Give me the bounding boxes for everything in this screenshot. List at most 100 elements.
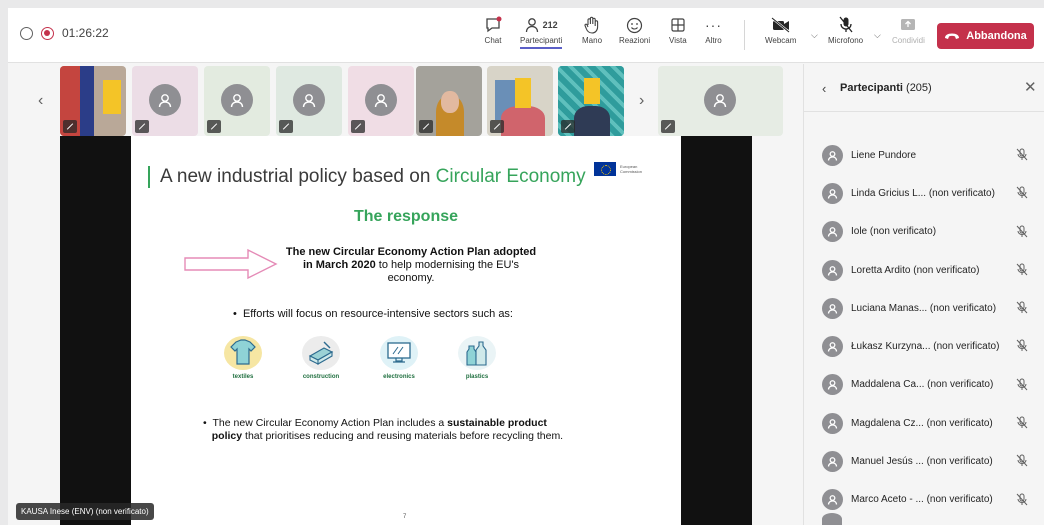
webcam-options-chevron-icon[interactable]: ⌵ <box>811 30 818 41</box>
participant-avatar-tile[interactable] <box>204 66 270 136</box>
avatar-person-icon <box>822 259 843 281</box>
meeting-toolbar: 01:26:22 Chat 212 Partecipanti Mano Reaz… <box>8 8 1044 63</box>
mic-off-icon <box>1016 339 1028 352</box>
thumbs-next-arrow-icon[interactable]: › <box>639 92 644 110</box>
participant-name: Magdalena Cz... (non verificato) <box>851 417 993 429</box>
participant-video-tile[interactable] <box>487 66 553 136</box>
participant-row[interactable]: Iole (non verificato) <box>804 213 1044 251</box>
participant-row[interactable]: Marco Aceto - ... (non verificato) <box>804 481 1044 519</box>
raise-hand-button[interactable]: Mano <box>582 14 602 45</box>
sector-construction: construction <box>291 336 351 380</box>
participant-name: Linda Gricius L... (non verificato) <box>851 187 995 199</box>
participant-video-tile[interactable] <box>60 66 126 136</box>
close-icon[interactable]: ✕ <box>1024 78 1037 96</box>
call-timer: 01:26:22 <box>62 26 109 40</box>
participants-label: Partecipanti <box>520 36 563 49</box>
webcam-button[interactable]: Webcam <box>765 14 796 45</box>
view-label: Vista <box>669 36 687 45</box>
participant-avatar-tile[interactable] <box>348 66 414 136</box>
participant-row[interactable]: Manuel Jesús ... (non verificato) <box>804 442 1044 480</box>
avatar-person-icon <box>293 84 325 116</box>
hand-label: Mano <box>582 36 603 45</box>
participant-row[interactable]: Magdalena Cz... (non verificato) <box>804 404 1044 442</box>
mic-off-icon <box>1016 186 1028 199</box>
hand-icon <box>584 14 600 36</box>
participant-avatar-tile[interactable] <box>132 66 198 136</box>
avatar-person-icon <box>822 489 843 511</box>
eu-flag-icon <box>594 162 616 176</box>
participant-video-tile[interactable] <box>416 66 482 136</box>
muted-mic-icon <box>661 120 675 133</box>
muted-mic-icon <box>561 120 575 133</box>
mic-off-icon <box>1016 416 1028 429</box>
trowel-brick-icon <box>302 336 340 370</box>
grid-icon <box>670 14 686 36</box>
view-button[interactable]: Vista <box>669 14 687 45</box>
teams-meeting-window: 01:26:22 Chat 212 Partecipanti Mano Reaz… <box>8 8 1044 525</box>
participant-row[interactable]: Luciana Manas... (non verificato) <box>804 289 1044 327</box>
participant-name: Loretta Ardito (non verificato) <box>851 264 980 276</box>
avatar-person-icon <box>822 221 843 243</box>
slide-title: A new industrial policy based on Circula… <box>148 166 586 188</box>
mic-options-chevron-icon[interactable]: ⌵ <box>874 30 881 41</box>
people-icon: 212 <box>525 14 558 36</box>
mic-off-icon <box>1016 378 1028 391</box>
share-label: Condividi <box>892 36 925 45</box>
more-label: Altro <box>705 36 722 45</box>
bullet-2-bold-2: policy <box>211 430 243 442</box>
participant-row[interactable]: Maddalena Ca... (non verificato) <box>804 366 1044 404</box>
sector-icons: textiles construction electronics plasti… <box>213 336 523 396</box>
participants-panel: ‹ Partecipanti (205) ✕ Liene Pundore Lind… <box>803 64 1044 525</box>
participant-row[interactable]: Linda Gricius L... (non verificato) <box>804 174 1044 212</box>
participant-video-tile[interactable] <box>558 66 624 136</box>
bullet-2-pre: The new Circular Economy Action Plan inc… <box>212 417 445 429</box>
action-plan-rest: to help modernising the EU's economy. <box>378 259 520 284</box>
back-chevron-icon[interactable]: ‹ <box>822 81 826 96</box>
participants-count: 212 <box>542 20 558 30</box>
microphone-button[interactable]: Microfono <box>828 14 863 45</box>
call-status: 01:26:22 <box>20 26 109 40</box>
participants-button[interactable]: 212 Partecipanti <box>520 14 563 49</box>
slide-title-accent: Circular Economy <box>435 166 586 187</box>
share-button[interactable]: Condividi <box>892 14 925 45</box>
participant-name: Manuel Jesús ... (non verificato) <box>851 456 993 468</box>
sector-textiles: textiles <box>213 336 273 380</box>
smiley-icon <box>626 14 643 36</box>
bullet-2-bold-1: sustainable product <box>447 417 547 429</box>
avatar-person-icon <box>822 144 843 166</box>
toolbar-divider <box>744 20 745 50</box>
reactions-button[interactable]: Reazioni <box>619 14 650 45</box>
muted-mic-icon <box>279 120 293 133</box>
more-button[interactable]: ··· Altro <box>705 14 722 45</box>
ellipsis-icon: ··· <box>705 17 722 33</box>
participant-row[interactable]: Łukasz Kurzyna... (non verificato) <box>804 327 1044 365</box>
leave-button[interactable]: Abbandona <box>937 23 1034 49</box>
shield-icon[interactable] <box>20 26 33 40</box>
participant-name: Luciana Manas... (non verificato) <box>851 302 997 314</box>
chat-button[interactable]: Chat <box>484 14 502 45</box>
presenter-name-label: KAUSA Inese (ENV) (non verificato) <box>16 503 154 520</box>
slide-bullet-2: • The new Circular Economy Action Plan i… <box>203 417 564 442</box>
panel-title-text: Partecipanti <box>840 82 903 94</box>
participant-row[interactable]: Loretta Ardito (non verificato) <box>804 251 1044 289</box>
monitor-icon <box>380 336 418 370</box>
thumbs-prev-arrow-icon[interactable]: ‹ <box>38 92 43 110</box>
mic-off-icon <box>1016 263 1028 276</box>
right-arrow-icon <box>184 248 278 280</box>
mic-off-icon <box>1016 301 1028 314</box>
participant-avatar-tile[interactable] <box>658 66 783 136</box>
action-plan-text: The new Circular Economy Action Plan ado… <box>281 246 541 285</box>
participant-avatar-tile[interactable] <box>276 66 342 136</box>
participant-row[interactable]: Liene Pundore <box>804 136 1044 174</box>
avatar-person-icon <box>822 336 843 358</box>
hang-up-icon <box>945 33 960 39</box>
camera-off-icon <box>771 14 791 36</box>
partial-avatar-icon <box>822 512 842 525</box>
avatar-person-icon <box>365 84 397 116</box>
sector-plastics: plastics <box>447 336 507 380</box>
muted-mic-icon <box>207 120 221 133</box>
mic-off-icon <box>1016 148 1028 161</box>
participant-name: Marco Aceto - ... (non verificato) <box>851 494 993 506</box>
tshirt-icon <box>224 336 262 370</box>
muted-mic-icon <box>419 120 433 133</box>
